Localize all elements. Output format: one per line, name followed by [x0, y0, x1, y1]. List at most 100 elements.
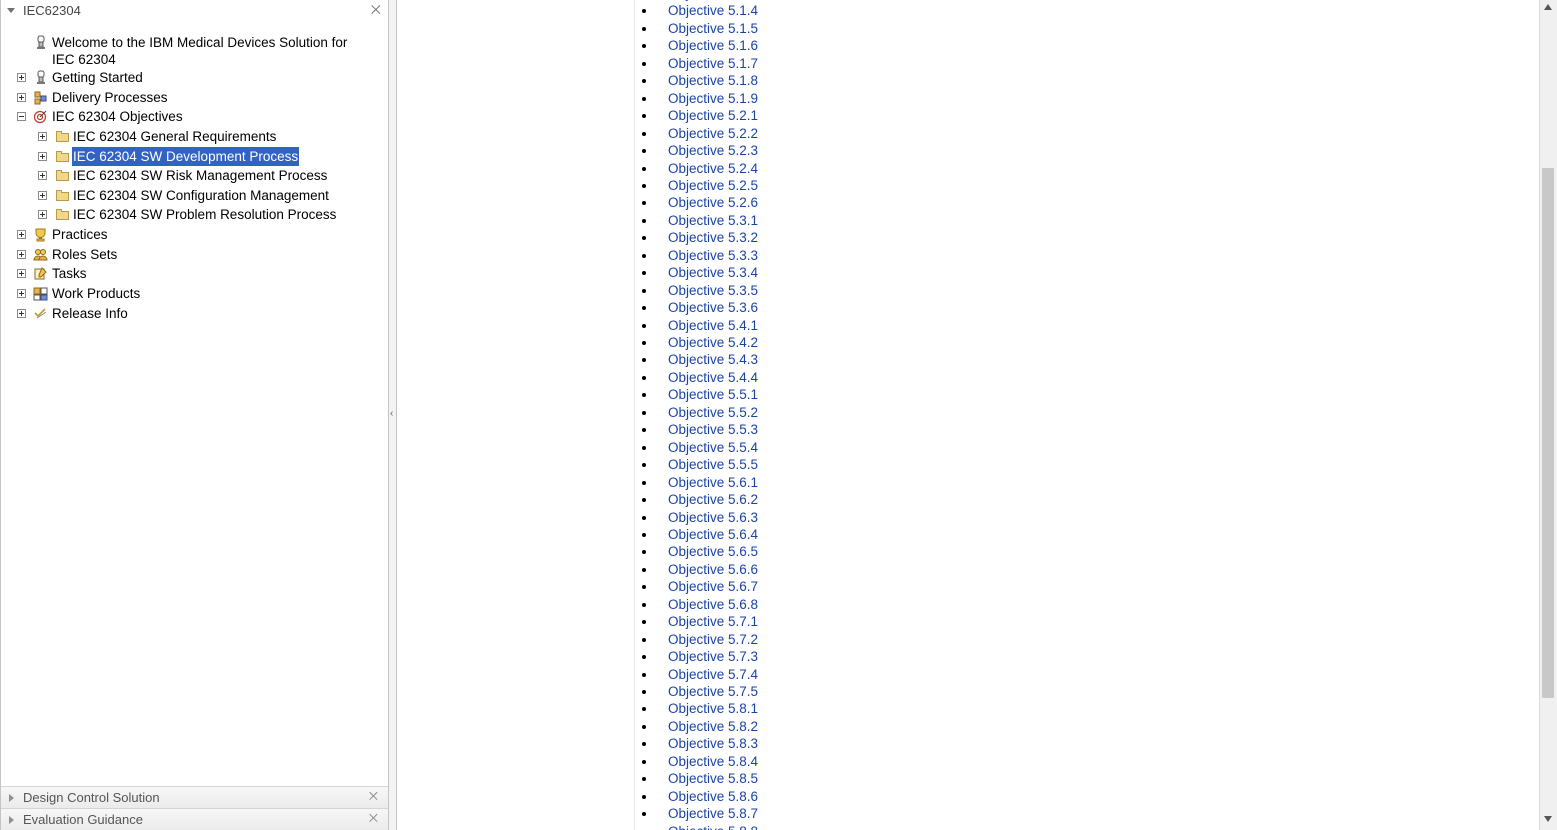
- objective-link[interactable]: Objective 5.5.5: [668, 457, 758, 472]
- objective-link[interactable]: Objective 5.1.9: [668, 91, 758, 106]
- objective-link[interactable]: Objective 5.1.3: [668, 0, 758, 1]
- objective-link[interactable]: Objective 5.1.6: [668, 38, 758, 53]
- objective-link[interactable]: Objective 5.5.1: [668, 387, 758, 402]
- objective-link[interactable]: Objective 5.1.8: [668, 73, 758, 88]
- tree-item-iec-objectives[interactable]: IEC 62304 Objectives: [1, 107, 388, 126]
- objective-link[interactable]: Objective 5.7.4: [668, 667, 758, 682]
- objective-link[interactable]: Objective 5.2.1: [668, 108, 758, 123]
- expand-icon[interactable]: [17, 73, 26, 82]
- pane-splitter[interactable]: ‹: [389, 0, 397, 830]
- vertical-scrollbar[interactable]: [1539, 0, 1557, 830]
- objective-link[interactable]: Objective 5.5.3: [668, 422, 758, 437]
- objective-link[interactable]: Objective 5.2.4: [668, 161, 758, 176]
- objective-link[interactable]: Objective 5.3.2: [668, 230, 758, 245]
- bullet-icon: [642, 428, 646, 433]
- objective-link[interactable]: Objective 5.5.2: [668, 405, 758, 420]
- objective-link[interactable]: Objective 5.2.5: [668, 178, 758, 193]
- tree-item-sw-risk-management[interactable]: IEC 62304 SW Risk Management Process: [1, 166, 388, 185]
- tree-item-work-products[interactable]: Work Products: [1, 284, 388, 303]
- objective-link[interactable]: Objective 5.1.5: [668, 21, 758, 36]
- objective-link[interactable]: Objective 5.5.4: [668, 440, 758, 455]
- objective-link[interactable]: Objective 5.8.3: [668, 736, 758, 751]
- objective-link[interactable]: Objective 5.1.7: [668, 56, 758, 71]
- objective-link[interactable]: Objective 5.1.4: [668, 3, 758, 18]
- objective-link[interactable]: Objective 5.8.6: [668, 789, 758, 804]
- tree-item-practices[interactable]: Practices: [1, 225, 388, 244]
- collapse-left-icon[interactable]: ‹: [390, 408, 393, 419]
- expand-icon[interactable]: [17, 250, 26, 259]
- objective-link[interactable]: Objective 5.2.3: [668, 143, 758, 158]
- objective-link[interactable]: Objective 5.2.2: [668, 126, 758, 141]
- tree-item-roles-sets[interactable]: Roles Sets: [1, 245, 388, 264]
- close-view-icon[interactable]: ⨉: [369, 787, 378, 808]
- objective-link[interactable]: Objective 5.7.5: [668, 684, 758, 699]
- expand-icon[interactable]: [17, 269, 26, 278]
- list-item: Objective 5.7.2: [642, 631, 758, 648]
- expand-arrow-icon[interactable]: [9, 794, 14, 802]
- objective-link[interactable]: Objective 5.2.6: [668, 195, 758, 210]
- expand-arrow-icon[interactable]: [9, 816, 14, 824]
- objective-link[interactable]: Objective 5.8.4: [668, 754, 758, 769]
- objective-link[interactable]: Objective 5.7.3: [668, 649, 758, 664]
- view-evaluation-guidance[interactable]: Evaluation Guidance ⨉: [1, 808, 388, 830]
- expand-icon[interactable]: [38, 132, 47, 141]
- objective-link[interactable]: Objective 5.6.2: [668, 492, 758, 507]
- tree-item-sw-configuration-management[interactable]: IEC 62304 SW Configuration Management: [1, 186, 388, 205]
- objective-link[interactable]: Objective 5.4.3: [668, 352, 758, 367]
- tree-item-general-requirements[interactable]: IEC 62304 General Requirements: [1, 127, 388, 146]
- objective-link[interactable]: Objective 5.8.7: [668, 806, 758, 821]
- bullet-icon: [642, 96, 646, 101]
- objective-link[interactable]: Objective 5.6.7: [668, 579, 758, 594]
- tree-item-delivery-processes[interactable]: Delivery Processes: [1, 88, 388, 107]
- objective-link[interactable]: Objective 5.3.4: [668, 265, 758, 280]
- close-view-icon[interactable]: ⨉: [369, 809, 378, 830]
- objective-link[interactable]: Objective 5.6.6: [668, 562, 758, 577]
- delivery-processes-icon: [33, 90, 48, 105]
- expand-icon[interactable]: [17, 230, 26, 239]
- expand-icon[interactable]: [17, 93, 26, 102]
- view-design-control-solution[interactable]: Design Control Solution ⨉: [1, 786, 388, 808]
- objective-link[interactable]: Objective 5.7.1: [668, 614, 758, 629]
- objective-link[interactable]: Objective 5.4.2: [668, 335, 758, 350]
- expand-icon[interactable]: [38, 210, 47, 219]
- objective-link[interactable]: Objective 5.8.5: [668, 771, 758, 786]
- objective-link[interactable]: Objective 5.3.6: [668, 300, 758, 315]
- objective-link[interactable]: Objective 5.3.5: [668, 283, 758, 298]
- objective-link[interactable]: Objective 5.6.8: [668, 597, 758, 612]
- objective-link[interactable]: Objective 5.4.1: [668, 318, 758, 333]
- bullet-icon: [642, 410, 646, 415]
- expand-icon[interactable]: [38, 152, 47, 161]
- bullet-icon: [642, 358, 646, 363]
- objective-link[interactable]: Objective 5.3.3: [668, 248, 758, 263]
- list-item: Objective 5.8.6: [642, 788, 758, 805]
- tree-item-release-info[interactable]: Release Info: [1, 304, 388, 323]
- tree-item-label: IEC 62304 Objectives: [52, 109, 183, 124]
- scroll-up-arrow-icon[interactable]: [1544, 4, 1552, 10]
- close-view-icon[interactable]: ⨉: [371, 3, 381, 18]
- objective-link[interactable]: Objective 5.6.1: [668, 475, 758, 490]
- objective-link[interactable]: Objective 5.3.1: [668, 213, 758, 228]
- expand-icon[interactable]: [17, 289, 26, 298]
- tree-item-tasks[interactable]: Tasks: [1, 264, 388, 283]
- objective-link[interactable]: Objective 5.8.1: [668, 701, 758, 716]
- tree-item-getting-started[interactable]: Getting Started: [1, 68, 388, 87]
- objective-link[interactable]: Objective 5.8.8: [668, 824, 758, 830]
- objective-link[interactable]: Objective 5.6.4: [668, 527, 758, 542]
- scrollbar-thumb[interactable]: [1542, 168, 1554, 698]
- objective-link[interactable]: Objective 5.7.2: [668, 632, 758, 647]
- tree-item-welcome[interactable]: Welcome to the IBM Medical Devices Solut…: [1, 33, 388, 69]
- collapse-icon[interactable]: [17, 112, 26, 121]
- expand-icon[interactable]: [38, 191, 47, 200]
- objective-link[interactable]: Objective 5.8.2: [668, 719, 758, 734]
- expand-icon[interactable]: [17, 309, 26, 318]
- tree-item-label: Roles Sets: [52, 247, 118, 262]
- view-menu-arrow-icon[interactable]: [7, 8, 15, 13]
- tree-item-sw-problem-resolution[interactable]: IEC 62304 SW Problem Resolution Process: [1, 205, 388, 224]
- objective-link[interactable]: Objective 5.4.4: [668, 370, 758, 385]
- view-header[interactable]: IEC62304 ⨉: [1, 0, 388, 22]
- objective-link[interactable]: Objective 5.6.5: [668, 544, 758, 559]
- scroll-down-arrow-icon[interactable]: [1544, 816, 1552, 822]
- expand-icon[interactable]: [38, 171, 47, 180]
- objective-link[interactable]: Objective 5.6.3: [668, 510, 758, 525]
- tree-item-sw-development-process[interactable]: IEC 62304 SW Development Process: [1, 147, 388, 166]
